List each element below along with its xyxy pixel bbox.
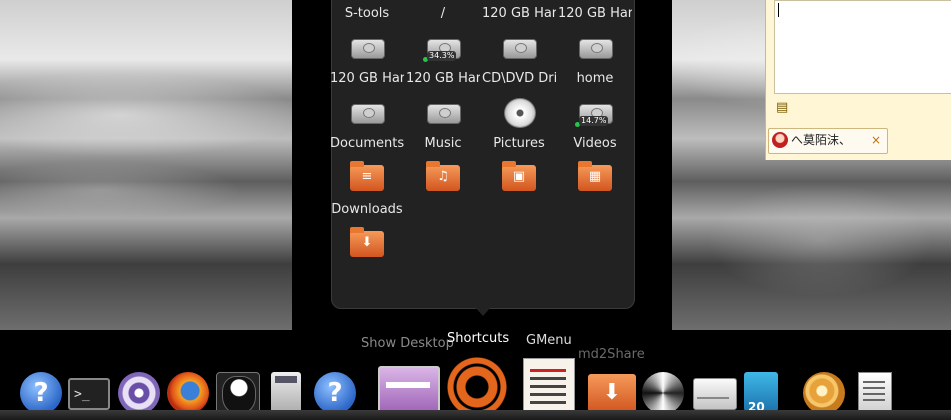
stack-item-label: 120 GB Hard Disk bbox=[558, 6, 632, 21]
stack-item-hdd-2[interactable]: 120 GB Hard Disk bbox=[558, 5, 632, 63]
stack-item-label: Music bbox=[424, 136, 462, 151]
calculator-icon bbox=[271, 372, 301, 414]
hard-drive-icon bbox=[351, 39, 385, 59]
cd-dvd-icon bbox=[504, 98, 536, 128]
stack-pointer-arrow bbox=[474, 306, 492, 316]
stack-item-label: Documents bbox=[330, 136, 404, 151]
stack-item-label: Pictures bbox=[493, 136, 545, 151]
stack-item-label: 120 GB Hard Disk bbox=[406, 71, 480, 86]
stack-item-s-tools[interactable]: S-tools bbox=[330, 5, 404, 63]
hard-drive-icon bbox=[427, 104, 461, 124]
chat-message-input[interactable] bbox=[774, 0, 951, 94]
stack-item-home[interactable]: home 14.7% bbox=[558, 70, 632, 128]
gmenu-notes-icon bbox=[523, 358, 575, 416]
stack-item-label: Videos bbox=[573, 136, 617, 151]
contact-name: へ莫陌沫、 bbox=[791, 133, 852, 147]
aperture-icon bbox=[118, 372, 160, 414]
stack-item-videos[interactable]: Videos ▦ bbox=[558, 135, 632, 193]
stack-item-label: CD\DVD Drive bbox=[482, 71, 556, 86]
hard-drive-icon bbox=[579, 39, 613, 59]
drive-usage-badge: 14.7% bbox=[579, 116, 609, 126]
stack-item-pictures[interactable]: Pictures ▣ bbox=[482, 135, 556, 193]
close-icon[interactable]: × bbox=[871, 131, 881, 149]
stack-item-documents[interactable]: Documents ≡ bbox=[330, 135, 404, 193]
help-icon: ? bbox=[314, 372, 356, 414]
stack-item-label: home bbox=[576, 71, 614, 86]
ubuntu-logo-icon bbox=[446, 356, 508, 418]
firefox-icon bbox=[167, 372, 209, 414]
stack-item-hdd-1[interactable]: 120 GB Hard Disk bbox=[482, 5, 556, 63]
stack-item-cd-dvd[interactable]: CD\DVD Drive bbox=[482, 70, 556, 128]
dock-shelf bbox=[0, 410, 951, 420]
hard-drive-icon bbox=[351, 104, 385, 124]
pictures-folder-icon: ▣ bbox=[502, 161, 536, 191]
gmenu-label: GMenu bbox=[526, 333, 572, 348]
contact-avatar bbox=[772, 132, 788, 148]
documents-folder-icon: ≡ bbox=[350, 161, 384, 191]
im-chat-window: ▤ へ莫陌沫、 × bbox=[765, 0, 951, 160]
stack-item-label: / bbox=[440, 6, 446, 21]
shortcuts-stack-popup: S-tools / 34.3% 120 GB Hard Disk 120 GB … bbox=[330, 0, 635, 309]
stack-item-label: 120 GB Hard Disk bbox=[482, 6, 556, 21]
stack-item-downloads[interactable]: Downloads ⬇ bbox=[330, 201, 404, 259]
help-icon: ? bbox=[20, 372, 62, 414]
hard-drive-icon bbox=[503, 39, 537, 59]
stack-item-label: 120 GB Hard Disk bbox=[330, 71, 404, 86]
shell-icon bbox=[803, 372, 845, 414]
qq-penguin-icon bbox=[222, 376, 256, 414]
text-caret bbox=[778, 3, 779, 17]
stack-item-label: Downloads bbox=[331, 202, 403, 217]
videos-folder-icon: ▦ bbox=[578, 161, 612, 191]
mail-icon bbox=[693, 378, 737, 410]
downloads-folder-icon: ⬇ bbox=[350, 227, 384, 257]
stack-item-root[interactable]: / 34.3% bbox=[406, 5, 480, 63]
stack-item-music[interactable]: Music ♫ bbox=[406, 135, 480, 193]
stack-item-label: S-tools bbox=[344, 6, 390, 21]
drive-usage-badge: 34.3% bbox=[427, 51, 457, 61]
swirl-icon bbox=[642, 372, 684, 414]
terminal-icon: >_ bbox=[68, 378, 110, 410]
show-desktop-label: Show Desktop bbox=[361, 336, 454, 351]
chat-contact-tab[interactable]: へ莫陌沫、 × bbox=[768, 128, 888, 154]
stack-item-hdd-4[interactable]: 120 GB Hard Disk bbox=[406, 70, 480, 128]
md2share-label: md2Share bbox=[578, 347, 645, 362]
music-folder-icon: ♫ bbox=[426, 161, 460, 191]
shortcuts-label: Shortcuts bbox=[447, 331, 510, 346]
downloads-folder-icon: ⬇ bbox=[588, 374, 636, 412]
chat-toolbar-icon[interactable]: ▤ bbox=[776, 100, 792, 116]
stack-item-hdd-3[interactable]: 120 GB Hard Disk bbox=[330, 70, 404, 128]
